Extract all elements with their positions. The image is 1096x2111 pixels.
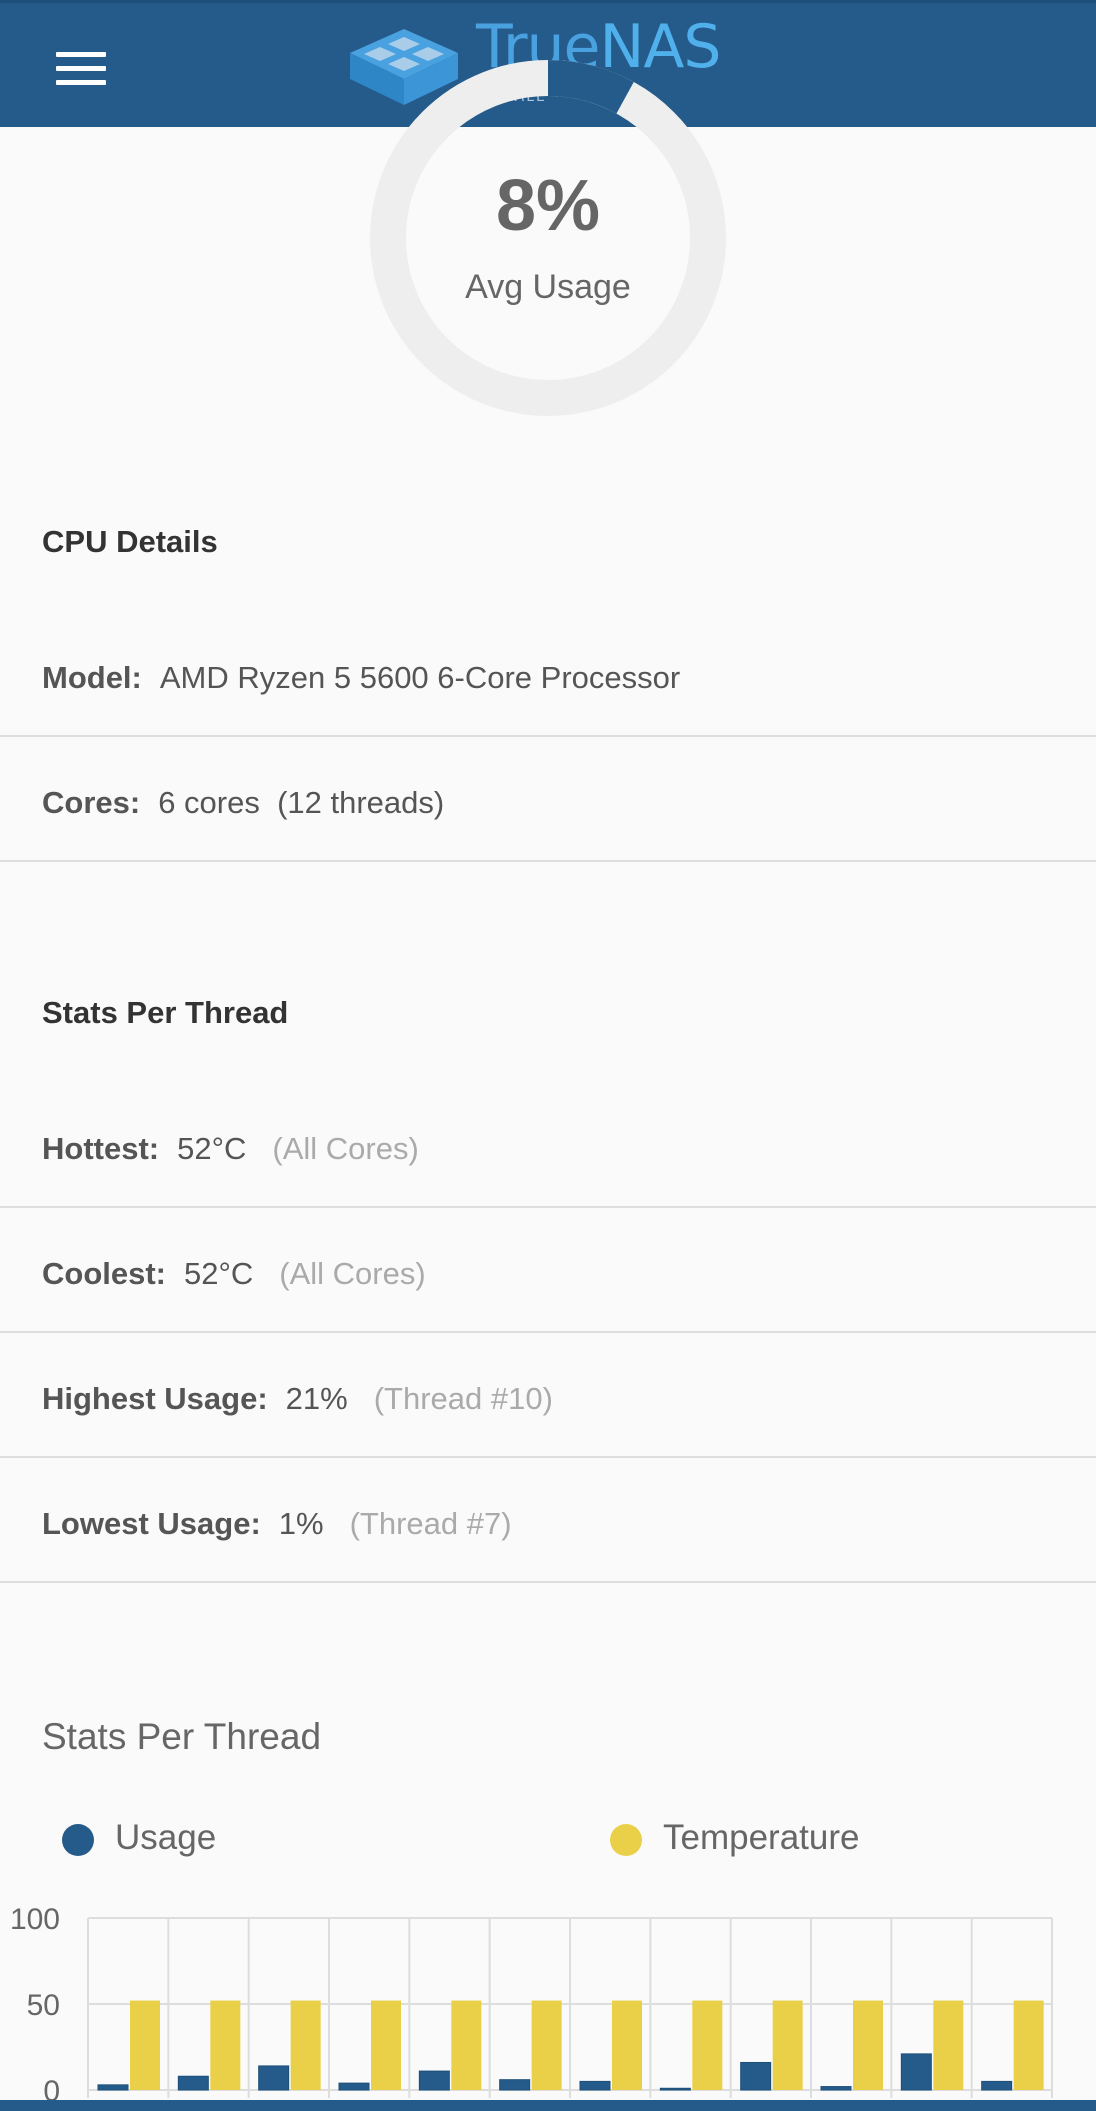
temperature-legend-dot [610, 1824, 642, 1856]
y-tick-label: 50 [27, 1989, 60, 2022]
highest-usage-label: Highest Usage: [42, 1381, 268, 1416]
hottest-note: (All Cores) [272, 1131, 419, 1166]
hamburger-menu-icon[interactable] [56, 52, 106, 86]
temperature-bar [612, 2000, 642, 2090]
temperature-bar [692, 2000, 723, 2090]
chart-title: Stats Per Thread [42, 1716, 322, 1757]
cpu-details-title: CPU Details [42, 524, 218, 559]
temperature-bar [531, 2000, 562, 2090]
highest-usage-value: 21% [285, 1381, 348, 1416]
hottest-row: Hottest: 52°C (All Cores) [0, 1083, 1096, 1208]
hottest-value: 52°C [177, 1131, 247, 1166]
usage-bar [338, 2082, 370, 2091]
usage-legend-dot [62, 1824, 94, 1856]
model-value: AMD Ryzen 5 5600 6-Core Processor [159, 660, 681, 695]
model-label: Model: [42, 660, 142, 695]
lowest-usage-row: Lowest Usage: 1% (Thread #7) [0, 1458, 1096, 1583]
coolest-label: Coolest: [42, 1256, 166, 1291]
usage-bar [97, 2084, 129, 2091]
highest-usage-row: Highest Usage: 21% (Thread #10) [0, 1333, 1096, 1458]
temperature-bar [290, 2000, 321, 2090]
temperature-bar [130, 2000, 160, 2090]
usage-bar [900, 2053, 932, 2091]
usage-bar [820, 2086, 852, 2091]
cores-value: 6 cores (12 threads) [158, 785, 445, 820]
lowest-usage-note: (Thread #7) [349, 1506, 512, 1541]
coolest-note: (All Cores) [279, 1256, 426, 1291]
bottom-scroll-bar [0, 2100, 1096, 2111]
temperature-bar [772, 2000, 803, 2090]
usage-bar [981, 2080, 1013, 2091]
cores-label: Cores: [42, 785, 141, 820]
y-tick-label: 0 [43, 2075, 60, 2100]
highest-usage-note: (Thread #10) [373, 1381, 553, 1416]
usage-bar [418, 2070, 450, 2091]
cpu-model-row: Model: AMD Ryzen 5 5600 6-Core Processor [0, 612, 1096, 737]
temperature-bar [933, 2000, 964, 2090]
temperature-bar [1013, 2000, 1044, 2090]
temperature-bar [371, 2000, 401, 2090]
stats-per-thread-chart: 0 50 100 [10, 1903, 1053, 2100]
lowest-usage-value: 1% [278, 1506, 324, 1541]
coolest-row: Coolest: 52°C (All Cores) [0, 1208, 1096, 1333]
usage-bar [579, 2080, 611, 2091]
temperature-bar [451, 2000, 482, 2090]
y-tick-label: 100 [10, 1903, 60, 1936]
usage-bar [740, 2061, 772, 2091]
usage-legend-label[interactable]: Usage [115, 1818, 216, 1858]
stats-per-thread-title: Stats Per Thread [42, 995, 289, 1030]
usage-bar [499, 2079, 531, 2091]
usage-bar [659, 2087, 691, 2091]
temperature-legend-label[interactable]: Temperature [663, 1818, 859, 1858]
avg-usage-value: 8% [495, 166, 601, 246]
coolest-value: 52°C [184, 1256, 254, 1291]
lowest-usage-label: Lowest Usage: [42, 1506, 261, 1541]
avg-usage-caption: Avg Usage [465, 268, 631, 306]
usage-bar [177, 2075, 209, 2091]
hottest-label: Hottest: [42, 1131, 160, 1166]
temperature-bar [853, 2000, 883, 2090]
temperature-bar [210, 2000, 241, 2090]
usage-bar [258, 2065, 290, 2091]
cpu-cores-row: Cores: 6 cores (12 threads) [0, 737, 1096, 862]
